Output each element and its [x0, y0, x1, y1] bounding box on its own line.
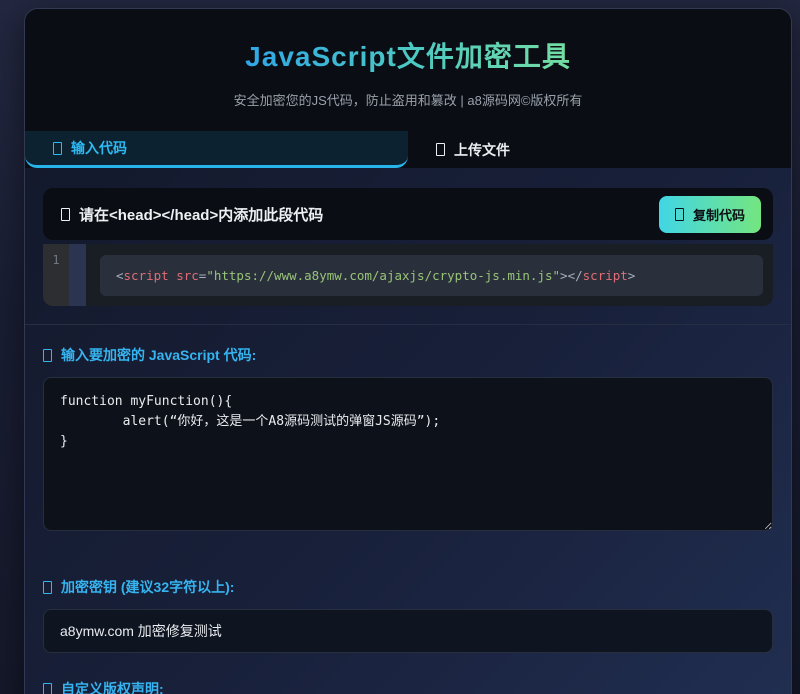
- js-code-label-text: 输入要加密的 JavaScript 代码:: [61, 345, 256, 365]
- code-snippet-block: 1 <script src="https://www.a8ymw.com/aja…: [43, 244, 773, 306]
- notice-icon: [61, 208, 70, 221]
- notice-text: 请在<head></head>内添加此段代码: [79, 204, 323, 225]
- code-region: <script src="https://www.a8ymw.com/ajaxj…: [86, 244, 773, 306]
- code-token: "https://www.a8ymw.com/ajaxjs/crypto-js.…: [206, 268, 560, 283]
- copyright-label: 自定义版权声明:: [43, 679, 773, 694]
- copy-button-label: 复制代码: [693, 205, 745, 224]
- line-number: 1: [52, 253, 59, 267]
- js-code-label: 输入要加密的 JavaScript 代码:: [43, 345, 773, 365]
- tab-input-code[interactable]: 输入代码: [25, 131, 408, 168]
- code-token: src: [169, 268, 199, 283]
- tab-upload-icon: [436, 143, 445, 156]
- page-title: JavaScript文件加密工具: [245, 35, 571, 75]
- app-card: JavaScript文件加密工具 安全加密您的JS代码，防止盗用和篡改 | a8…: [24, 8, 792, 694]
- line-number-gutter: 1: [43, 244, 69, 306]
- gutter-accent-bar: [69, 244, 86, 306]
- copyright-label-icon: [43, 683, 52, 694]
- key-label-icon: [43, 581, 52, 594]
- tab-input-label: 输入代码: [71, 138, 127, 158]
- encryption-key-label: 加密密钥 (建议32字符以上):: [43, 577, 773, 597]
- code-token: script: [583, 268, 628, 283]
- copyright-label-text: 自定义版权声明:: [61, 679, 164, 694]
- tab-bar: 输入代码 上传文件: [25, 131, 791, 168]
- notice-text-wrap: 请在<head></head>内添加此段代码: [61, 204, 323, 225]
- encryption-key-input[interactable]: [43, 609, 773, 653]
- code-token: >: [628, 268, 636, 283]
- code-token: </: [568, 268, 583, 283]
- code-token: <: [116, 268, 124, 283]
- copy-icon: [675, 208, 684, 221]
- copy-code-button[interactable]: 复制代码: [659, 196, 761, 233]
- head-snippet-notice: 请在<head></head>内添加此段代码 复制代码: [43, 188, 773, 240]
- code-token: >: [560, 268, 568, 283]
- js-code-textarea[interactable]: function myFunction(){ alert(“你好，这是一个A8源…: [43, 377, 773, 531]
- script-tag-code-line: <script src="https://www.a8ymw.com/ajaxj…: [100, 255, 763, 296]
- page-header: JavaScript文件加密工具 安全加密您的JS代码，防止盗用和篡改 | a8…: [25, 9, 791, 131]
- tab-upload-label: 上传文件: [454, 140, 510, 160]
- code-label-icon: [43, 349, 52, 362]
- tab-upload-file[interactable]: 上传文件: [408, 131, 791, 168]
- page-subtitle: 安全加密您的JS代码，防止盗用和篡改 | a8源码网©版权所有: [45, 90, 771, 109]
- code-token: script: [124, 268, 169, 283]
- tab-input-icon: [53, 142, 62, 155]
- tab-panel-input-code: 请在<head></head>内添加此段代码 复制代码 1 <script sr…: [25, 168, 791, 694]
- section-divider: [25, 324, 791, 325]
- encryption-key-label-text: 加密密钥 (建议32字符以上):: [61, 577, 234, 597]
